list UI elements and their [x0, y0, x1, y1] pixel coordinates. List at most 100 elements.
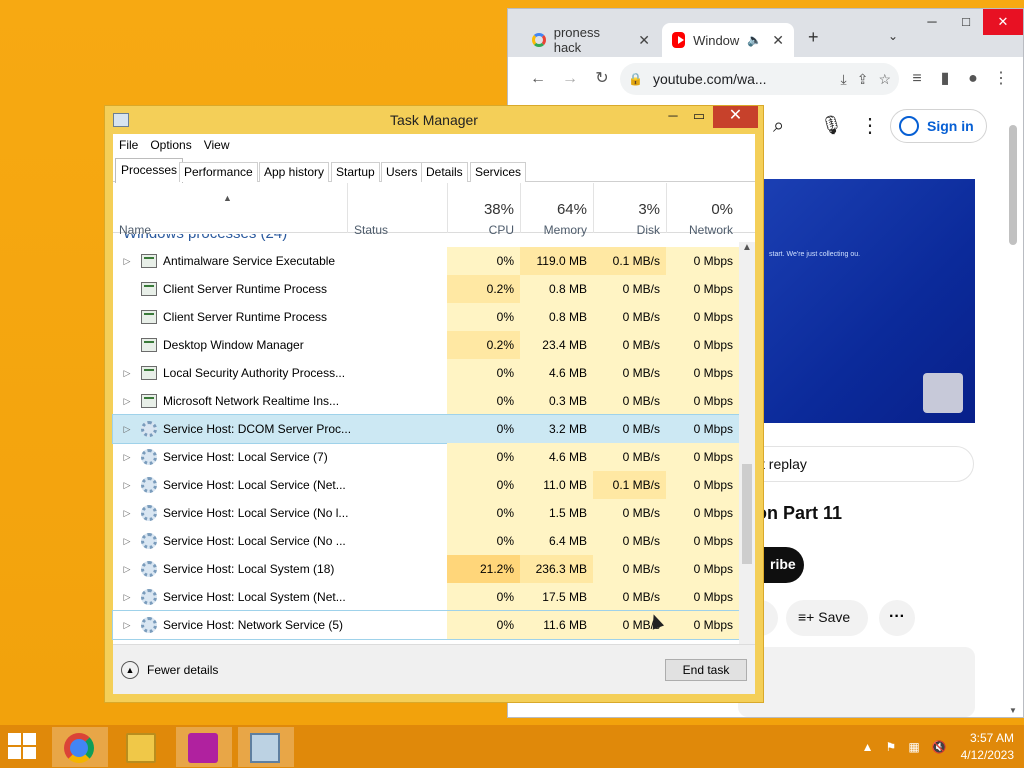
column-network[interactable]: 0% Network [666, 183, 739, 237]
table-row[interactable]: ▷ Service Host: Local Service (No l... 0… [113, 499, 747, 527]
column-name[interactable]: Name [113, 183, 347, 237]
live-chat-replay-button[interactable]: t replay [738, 446, 974, 482]
tab-performance[interactable]: Performance [179, 162, 258, 182]
save-button[interactable]: ≡+ Save [786, 600, 868, 636]
taskbar-task-manager[interactable] [238, 727, 294, 767]
process-icon [141, 310, 157, 324]
expand-chevron-icon[interactable]: ▷ [113, 592, 141, 603]
forward-arrow-icon[interactable]: → [556, 65, 584, 93]
expand-chevron-icon[interactable]: ▷ [113, 480, 141, 491]
column-status[interactable]: Status [347, 183, 447, 237]
fewer-details-label: Fewer details [147, 663, 219, 677]
maximize-button[interactable]: ▭ [685, 106, 713, 128]
menu-view[interactable]: View [198, 138, 236, 152]
scroll-up-arrow-icon[interactable]: ▲ [742, 242, 752, 253]
subscribe-label: ribe [770, 556, 796, 572]
profile-icon[interactable]: ● [959, 65, 987, 93]
title-bar[interactable]: Task Manager ─ ▭ ✕ [105, 106, 763, 134]
chrome-menu-icon[interactable]: ⋮ [987, 65, 1015, 93]
back-arrow-icon[interactable]: ← [524, 65, 552, 93]
disk-value: 0 MB/s [593, 275, 666, 303]
youtube-icon [672, 32, 686, 48]
table-row[interactable]: ▷ Antimalware Service Executable 0% 119.… [113, 247, 747, 275]
tab-search-chevron-icon[interactable]: ⌄ [888, 29, 898, 43]
tab-youtube[interactable]: Window 🔈 ✕ [662, 23, 794, 57]
volume-muted-icon[interactable]: 🔇 [932, 740, 947, 754]
close-button[interactable]: ✕ [983, 9, 1023, 35]
expand-chevron-icon[interactable]: ▷ [113, 424, 141, 435]
end-task-button[interactable]: End task [665, 659, 747, 681]
new-tab-button[interactable]: + [808, 27, 819, 48]
action-center-flag-icon[interactable]: ⚑ [886, 740, 897, 754]
cpu-value: 0% [447, 387, 520, 415]
tab-startup[interactable]: Startup [331, 162, 380, 182]
sign-in-button[interactable]: Sign in [890, 109, 987, 143]
maximize-button[interactable]: □ [949, 9, 983, 35]
minimize-button[interactable]: ─ [915, 9, 949, 35]
expand-chevron-icon[interactable]: ▷ [113, 452, 141, 463]
tab-processes[interactable]: Processes [115, 158, 184, 183]
table-row[interactable]: Desktop Window Manager 0.2% 23.4 MB 0 MB… [113, 331, 747, 359]
memory-value: 4.6 MB [520, 359, 593, 387]
expand-chevron-icon[interactable]: ▷ [113, 536, 141, 547]
clock[interactable]: 3:57 AM 4/12/2023 [961, 730, 1014, 764]
column-disk[interactable]: 3% Disk [593, 183, 666, 237]
table-row[interactable]: ▷ Service Host: Local Service (7) 0% 4.6… [113, 443, 747, 471]
more-actions-button[interactable]: ··· [879, 600, 915, 636]
taskbar-camera[interactable] [176, 727, 232, 767]
taskbar-file-explorer[interactable] [114, 727, 170, 767]
menu-options[interactable]: Options [144, 138, 197, 152]
table-row[interactable]: ▷ Service Host: Local Service (No ... 0%… [113, 527, 747, 555]
page-scrollbar[interactable]: ▼ [1009, 101, 1019, 717]
table-row[interactable]: Client Server Runtime Process 0% 0.8 MB … [113, 303, 747, 331]
minimize-button[interactable]: ─ [659, 106, 687, 128]
taskbar-chrome[interactable] [52, 727, 108, 767]
video-player[interactable]: start. We're just collecting ou. [763, 179, 975, 423]
process-name: Service Host: Network Service (5) [163, 618, 344, 632]
start-button[interactable] [8, 733, 38, 759]
install-icon[interactable]: ⤓ [841, 71, 847, 88]
table-row[interactable]: ▷ Local Security Authority Process... 0%… [113, 359, 747, 387]
expand-chevron-icon[interactable]: ▷ [113, 508, 141, 519]
reload-icon[interactable]: ↻ [588, 65, 616, 93]
table-row[interactable]: ▷ Service Host: Local Service (Net... 0%… [113, 471, 747, 499]
side-panel-icon[interactable]: ▮ [931, 65, 959, 93]
column-memory[interactable]: 64% Memory [520, 183, 593, 237]
scrollbar-thumb[interactable] [742, 464, 752, 564]
process-list-scrollbar[interactable]: ▲ ▼ [739, 242, 755, 654]
expand-chevron-icon[interactable]: ▷ [113, 368, 141, 379]
speaker-icon[interactable]: 🔈 [747, 33, 762, 47]
address-bar[interactable]: 🔒 youtube.com/wa... ⤓ ⇪ ☆ [620, 63, 899, 95]
network-icon[interactable]: ▦ [908, 740, 919, 754]
close-tab-icon[interactable]: ✕ [772, 32, 784, 49]
menu-file[interactable]: File [113, 138, 144, 152]
close-tab-icon[interactable]: ✕ [638, 32, 650, 49]
tab-google-search[interactable]: proness hack ✕ [522, 23, 660, 57]
microphone-icon[interactable]: 🎙 [820, 115, 843, 136]
table-row[interactable]: ▷ Microsoft Network Realtime Ins... 0% 0… [113, 387, 747, 415]
tab-services[interactable]: Services [470, 162, 527, 182]
show-hidden-icons-icon[interactable]: ▲ [862, 740, 874, 754]
table-row[interactable]: ▷ Service Host: Local System (Net... 0% … [113, 583, 747, 611]
tab-users[interactable]: Users [381, 162, 423, 182]
scrollbar-thumb[interactable] [1009, 125, 1017, 245]
expand-chevron-icon[interactable]: ▷ [113, 564, 141, 575]
expand-chevron-icon[interactable]: ▷ [113, 396, 141, 407]
expand-chevron-icon[interactable]: ▷ [113, 620, 141, 631]
tab-app-history[interactable]: App history [259, 162, 330, 182]
search-icon[interactable]: ⌕ [773, 115, 784, 138]
share-icon[interactable]: ⇪ [857, 71, 869, 88]
close-button[interactable]: ✕ [713, 106, 758, 128]
more-options-icon[interactable]: ⋮ [860, 113, 880, 138]
table-row[interactable]: Client Server Runtime Process 0.2% 0.8 M… [113, 275, 747, 303]
expand-chevron-icon[interactable]: ▷ [113, 256, 141, 267]
table-row[interactable]: ▷ Service Host: Local System (18) 21.2% … [113, 555, 747, 583]
table-row-selected[interactable]: ▷ Service Host: DCOM Server Proc... 0% 3… [112, 414, 748, 444]
media-control-icon[interactable]: ≡ [903, 65, 931, 93]
fewer-details-button[interactable]: ▲ Fewer details [121, 661, 218, 679]
bookmark-star-icon[interactable]: ☆ [878, 71, 891, 88]
tab-details[interactable]: Details [421, 162, 468, 182]
description-card[interactable] [738, 647, 975, 717]
scroll-down-arrow-icon[interactable]: ▼ [1009, 706, 1017, 715]
column-cpu[interactable]: 38% CPU [447, 183, 520, 237]
